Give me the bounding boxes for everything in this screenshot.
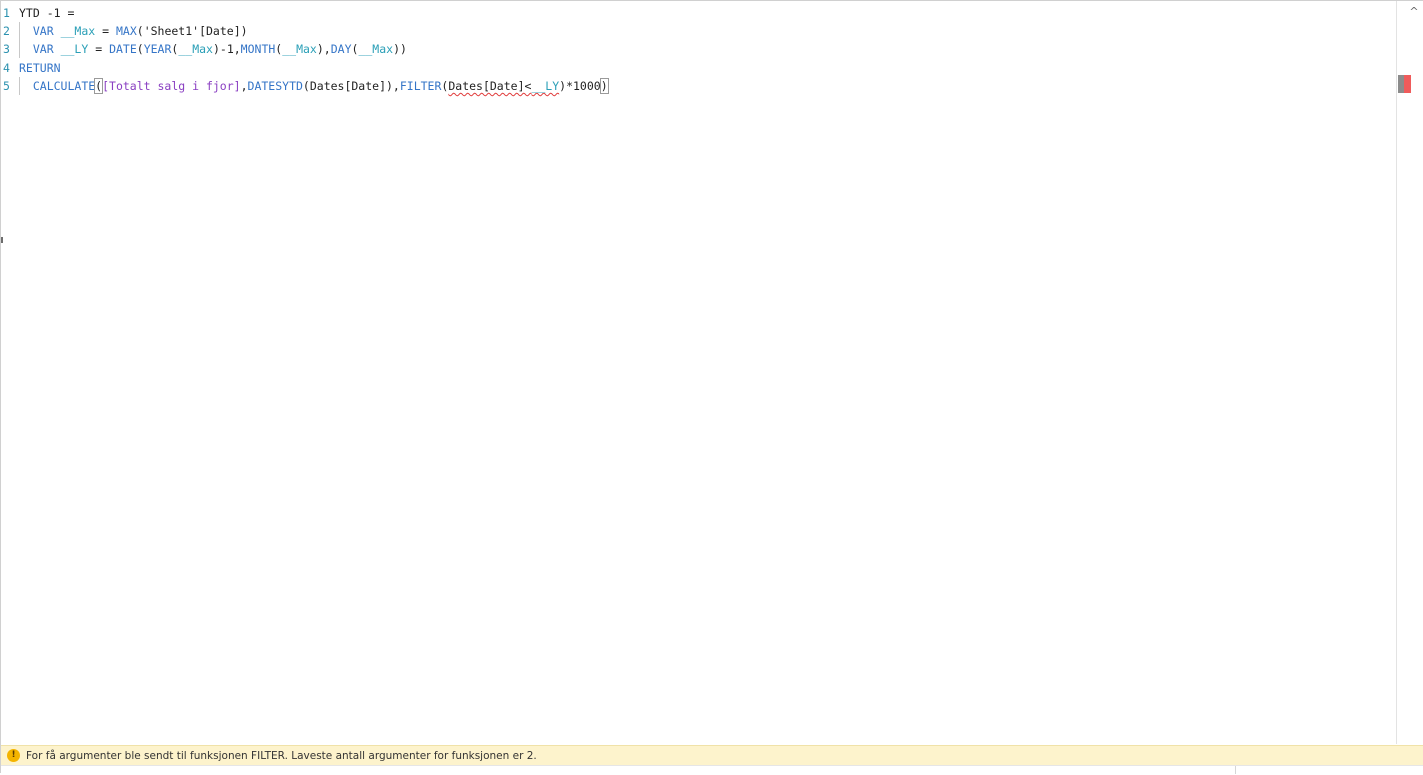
code-token: RETURN: [19, 60, 61, 75]
code-token: )-1,: [212, 42, 241, 57]
code-token: Dates[Date]<: [448, 78, 532, 93]
dax-formula-editor[interactable]: 1 YTD -1 = 2 VAR __Max = MAX('Sheet1'[Date…: [0, 0, 1423, 775]
code-token: =: [95, 24, 116, 39]
code-token: [Totalt salg i fjor]: [102, 78, 241, 93]
code-text[interactable]: RETURN: [19, 59, 61, 77]
code-line[interactable]: 4 RETURN: [1, 59, 1393, 77]
code-token: __Max: [282, 42, 317, 57]
code-token: VAR: [32, 42, 54, 57]
code-token: ,: [240, 78, 248, 93]
code-token: YTD -1 =: [19, 6, 75, 20]
line-number: 3: [3, 42, 10, 57]
code-token: VAR: [32, 24, 54, 39]
vertical-scrollbar[interactable]: [1396, 1, 1423, 744]
code-line[interactable]: 5 CALCULATE([Totalt salg i fjor],DATESYT…: [1, 76, 1393, 95]
line-number: 2: [3, 24, 10, 39]
code-token: __LY: [60, 42, 89, 57]
code-token: __Max: [358, 42, 394, 57]
code-token: ),: [316, 42, 331, 57]
code-token: ('Sheet1'[Date]): [136, 24, 248, 39]
code-token: CALCULATE: [32, 78, 96, 93]
code-line[interactable]: 1 YTD -1 =: [1, 4, 1393, 22]
code-token: DATE: [109, 42, 137, 57]
code-text[interactable]: VAR __LY = DATE(YEAR(__Max)-1,MONTH(__Ma…: [19, 40, 407, 58]
chevron-up-icon[interactable]: ^: [1407, 5, 1421, 19]
scrollbar-error-marker: [1404, 75, 1411, 93]
code-token: DATESYTD: [247, 78, 303, 93]
code-token: )): [393, 42, 407, 57]
bottom-strip: [1, 765, 1423, 775]
code-text[interactable]: YTD -1 =: [19, 4, 74, 22]
code-token: )*1000: [559, 78, 601, 93]
code-line[interactable]: 2 VAR __Max = MAX('Sheet1'[Date]): [1, 22, 1393, 41]
code-token: __LY: [531, 78, 560, 93]
code-line[interactable]: 3 VAR __LY = DATE(YEAR(__Max)-1,MONTH(__…: [1, 40, 1393, 59]
line-number: 1: [3, 6, 10, 20]
code-token: FILTER: [399, 78, 442, 93]
code-text[interactable]: CALCULATE([Totalt salg i fjor],DATESYTD(…: [19, 77, 609, 95]
code-token: MONTH: [240, 42, 276, 57]
error-status-bar: ! For få argumenter ble sendt til funksj…: [1, 745, 1423, 765]
warning-icon: !: [7, 749, 20, 762]
code-text[interactable]: VAR __Max = MAX('Sheet1'[Date]): [19, 22, 248, 40]
code-token: __Max: [60, 24, 96, 39]
code-token: =: [88, 42, 110, 57]
error-message: For få argumenter ble sendt til funksjon…: [26, 749, 537, 762]
line-number: 5: [3, 78, 10, 93]
code-token: (Dates[Date]),: [302, 78, 400, 93]
code-token: DAY: [330, 42, 352, 57]
code-token: (: [136, 42, 144, 57]
code-token: ): [599, 77, 609, 94]
code-token: __Max: [178, 42, 213, 57]
code-token: YEAR: [143, 42, 172, 57]
code-token: MAX: [115, 24, 137, 39]
splitter-handle: [1, 237, 3, 243]
line-number: 4: [3, 60, 10, 75]
code-area[interactable]: 1 YTD -1 = 2 VAR __Max = MAX('Sheet1'[Date…: [1, 4, 1393, 744]
